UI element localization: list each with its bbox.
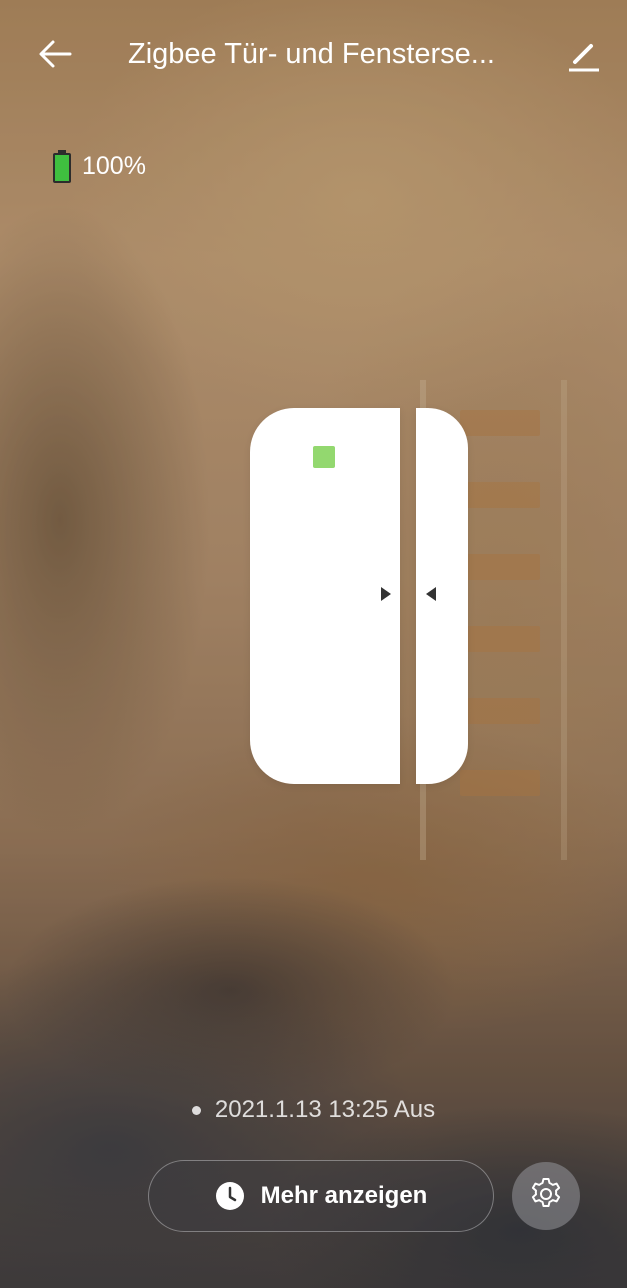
last-event-text: 2021.1.13 13:25 Aus — [214, 1096, 436, 1123]
battery-icon — [52, 150, 71, 183]
alignment-arrow-right-icon — [381, 587, 391, 601]
settings-button[interactable] — [512, 1162, 580, 1230]
edit-pencil-icon[interactable] — [565, 36, 605, 72]
gear-icon — [528, 1176, 564, 1217]
battery-status: 100% — [52, 148, 146, 184]
status-dot-icon — [191, 1105, 201, 1115]
sensor-led-indicator — [313, 446, 335, 468]
alignment-arrow-left-icon — [426, 587, 436, 601]
top-bar: Zigbee Tür- und Fensterse... — [0, 28, 627, 84]
device-screen: Zigbee Tür- und Fensterse... 100% 2021.1… — [0, 0, 627, 1288]
page-title: Zigbee Tür- und Fensterse... — [128, 38, 495, 70]
battery-level: 100% — [82, 151, 146, 180]
last-event-status: 2021.1.13 13:25 Aus — [0, 1096, 627, 1124]
show-more-button[interactable]: Mehr anzeigen — [148, 1160, 494, 1232]
show-more-label: Mehr anzeigen — [260, 1182, 428, 1209]
sensor-magnet-unit — [416, 408, 468, 784]
clock-icon — [215, 1181, 245, 1211]
back-arrow-icon[interactable] — [36, 36, 76, 72]
